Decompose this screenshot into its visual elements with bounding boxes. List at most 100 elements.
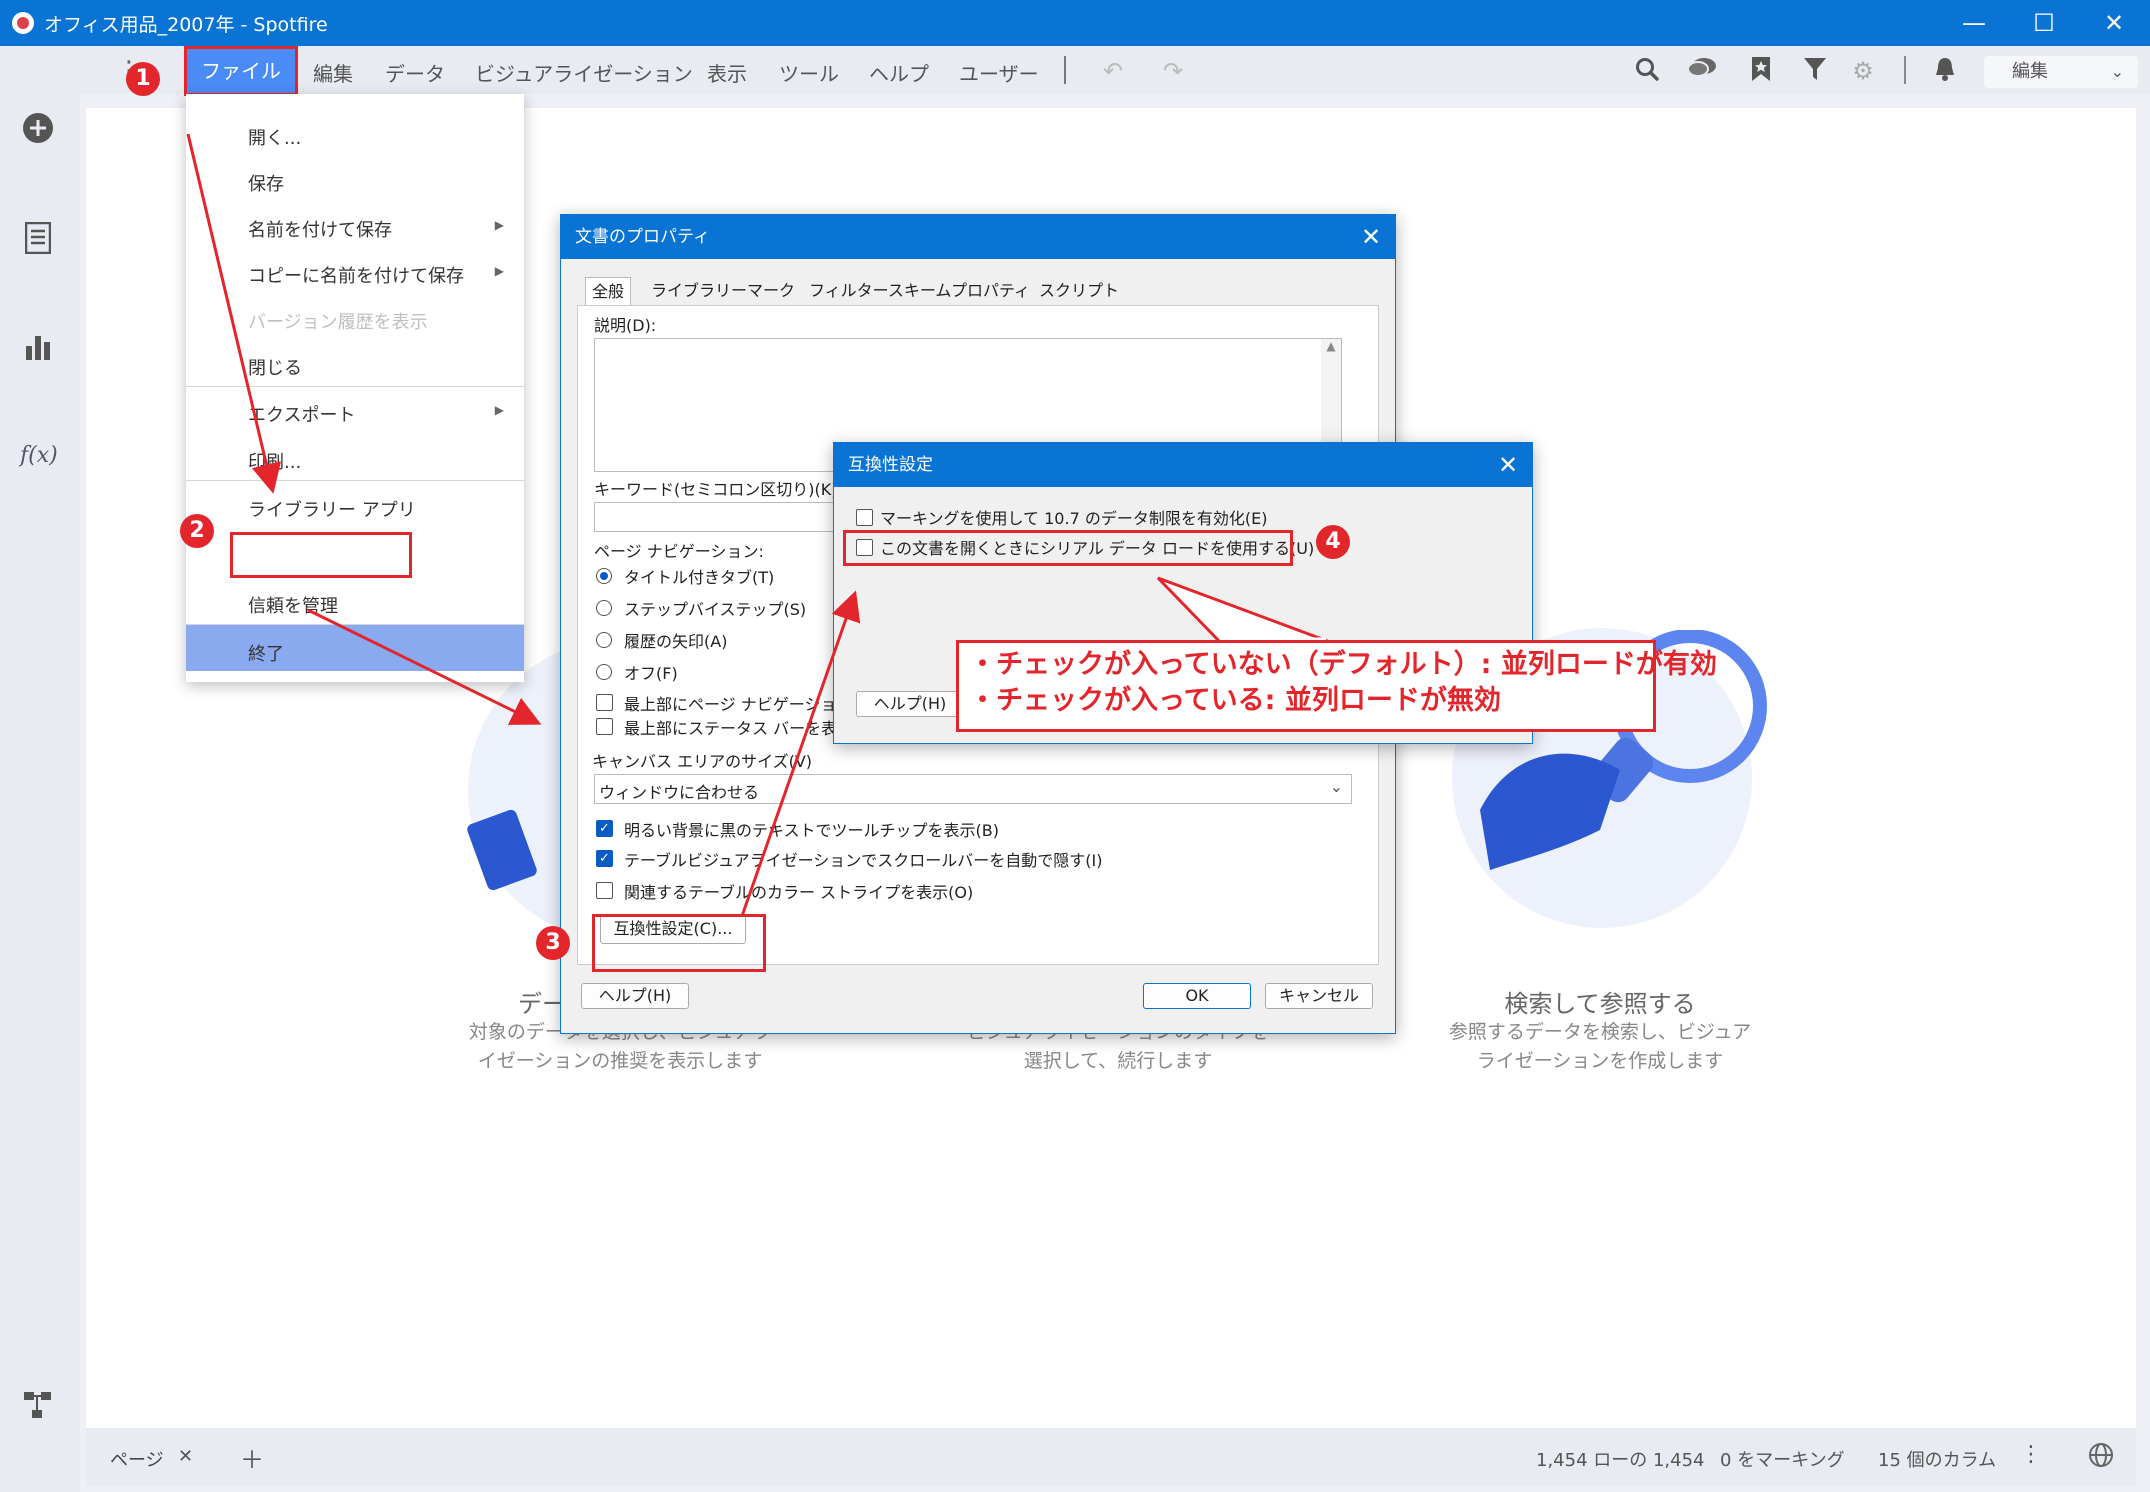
menu-item-version-history: バージョン履歴を表示 bbox=[248, 312, 428, 333]
radio-titled-tabs-label: タイトル付きタブ(T) bbox=[624, 568, 775, 587]
checkbox-tooltip[interactable]: ✓ bbox=[596, 820, 613, 837]
filter-icon[interactable] bbox=[1800, 56, 1830, 86]
menu-data[interactable]: データ bbox=[385, 58, 445, 87]
chevron-down-icon: ⌄ bbox=[1329, 777, 1343, 796]
add-page-icon[interactable]: ＋ bbox=[240, 1440, 264, 1475]
menu-item-save-copy-as[interactable]: コピーに名前を付けて保存 bbox=[248, 262, 464, 288]
menu-user[interactable]: ユーザー bbox=[959, 58, 1039, 87]
checkbox-tooltip-label: 明るい背景に黒のテキストでツールチップを表示(B) bbox=[624, 821, 999, 840]
checkbox-nav-top[interactable] bbox=[596, 694, 613, 711]
checkbox-scrollbars[interactable]: ✓ bbox=[596, 850, 613, 867]
callout-line-2: ・チェックが入っている: 並列ロードが無効 bbox=[969, 685, 1501, 716]
card-vis-desc-2: 選択して、続行します bbox=[1023, 1050, 1213, 1072]
redo-icon[interactable]: ↷ bbox=[1158, 56, 1188, 86]
toolbar-divider bbox=[1064, 56, 1066, 84]
spotfire-logo-icon bbox=[12, 12, 34, 34]
checkbox-status-top-label: 最上部にステータス バーを表示 bbox=[624, 719, 854, 738]
canvas-size-select[interactable]: ウィンドウに合わせる ⌄ bbox=[594, 774, 1352, 804]
mode-dropdown-label: 編集 bbox=[2012, 61, 2048, 82]
menu-item-exit[interactable]: 終了 bbox=[248, 640, 284, 666]
hierarchy-icon[interactable] bbox=[20, 1390, 56, 1426]
step-marker-4: 4 bbox=[1316, 525, 1350, 559]
submenu-arrow-icon: ▶ bbox=[494, 264, 504, 278]
function-icon[interactable]: f(x) bbox=[20, 438, 58, 474]
ok-button[interactable]: OK bbox=[1143, 983, 1251, 1009]
callout-pointer bbox=[1156, 576, 1331, 644]
mode-dropdown[interactable]: 編集 ⌄ bbox=[1984, 56, 2138, 88]
row-count: 1,454 ローの 1,454 bbox=[1536, 1450, 1705, 1471]
step-marker-1: 1 bbox=[126, 62, 160, 96]
marking-count: 0 をマーキング bbox=[1720, 1450, 1845, 1471]
checkbox-marking-limit[interactable] bbox=[856, 509, 873, 526]
settings-icon[interactable]: ⚙ bbox=[1848, 56, 1878, 86]
radio-step-by-step[interactable] bbox=[596, 600, 612, 616]
menu-view[interactable]: 表示 bbox=[707, 58, 747, 87]
menu-tools[interactable]: ツール bbox=[779, 58, 839, 87]
file-menu: 開く... 保存 名前を付けて保存 ▶ コピーに名前を付けて保存 ▶ バージョン… bbox=[186, 94, 524, 682]
menu-item-save[interactable]: 保存 bbox=[248, 170, 284, 196]
compat-dialog-title: 互換性設定 bbox=[834, 443, 1532, 487]
tab-scripts[interactable]: スクリプト bbox=[1033, 277, 1125, 305]
highlight-file bbox=[184, 46, 298, 96]
checkbox-color-stripe[interactable] bbox=[596, 882, 613, 899]
page-nav-label: ページ ナビゲーション: bbox=[594, 542, 764, 561]
close-icon[interactable]: ✕ bbox=[1349, 215, 1393, 259]
minimize-button[interactable]: — bbox=[1944, 4, 2004, 42]
menu-item-close[interactable]: 閉じる bbox=[248, 354, 302, 380]
checkbox-nav-top-label: 最上部にページ ナビゲーション bbox=[624, 695, 853, 714]
highlight-document-properties bbox=[230, 532, 412, 578]
radio-history-arrows[interactable] bbox=[596, 632, 612, 648]
tab-properties[interactable]: プロパティ bbox=[945, 277, 1036, 305]
tab-marks[interactable]: マーク bbox=[741, 277, 801, 305]
tab-filter-schemes[interactable]: フィルタースキーム bbox=[803, 277, 957, 305]
radio-off[interactable] bbox=[596, 664, 612, 680]
callout-line-1: ・チェックが入っていない（デフォルト）: 並列ロードが有効 bbox=[969, 649, 1717, 680]
canvas-size-label: キャンバス エリアのサイズ(V) bbox=[592, 752, 813, 771]
checkbox-color-stripe-label: 関連するテーブルのカラー ストライプを表示(O) bbox=[624, 883, 974, 902]
comment-icon[interactable] bbox=[1686, 56, 1716, 86]
radio-titled-tabs[interactable] bbox=[596, 568, 612, 584]
card-data-desc-2: イゼーションの推奨を表示します bbox=[477, 1050, 763, 1072]
menu-item-save-as[interactable]: 名前を付けて保存 bbox=[248, 216, 392, 242]
menu-item-library-apps[interactable]: ライブラリー アプリ bbox=[248, 496, 416, 522]
close-window-button[interactable]: ✕ bbox=[2084, 4, 2144, 42]
menu-separator bbox=[186, 386, 524, 387]
list-icon[interactable] bbox=[20, 221, 56, 258]
help-button[interactable]: ヘルプ(H) bbox=[581, 983, 689, 1009]
search-icon[interactable] bbox=[1632, 56, 1662, 86]
close-page-icon[interactable]: ✕ bbox=[178, 1446, 193, 1467]
checkbox-scrollbars-label: テーブルビジュアライゼーションでスクロールバーを自動で隠す(I) bbox=[624, 851, 1103, 870]
chart-icon[interactable] bbox=[20, 332, 56, 368]
globe-icon[interactable] bbox=[2088, 1442, 2114, 1472]
callout-box: ・チェックが入っていない（デフォルト）: 並列ロードが有効 ・チェックが入ってい… bbox=[956, 640, 1717, 732]
menu-item-manage-trust[interactable]: 信頼を管理 bbox=[248, 592, 338, 618]
left-sidebar bbox=[0, 94, 80, 1492]
checkbox-status-top[interactable] bbox=[596, 718, 613, 735]
maximize-button[interactable]: ☐ bbox=[2014, 4, 2074, 42]
menu-item-print[interactable]: 印刷... bbox=[248, 448, 301, 474]
undo-icon[interactable]: ↶ bbox=[1098, 56, 1128, 86]
more-options-icon[interactable]: ⋮ bbox=[2020, 1442, 2042, 1467]
tab-library[interactable]: ライブラリー bbox=[645, 277, 753, 305]
menu-visualization[interactable]: ビジュアライゼーション bbox=[475, 58, 693, 87]
cancel-button[interactable]: キャンセル bbox=[1265, 983, 1373, 1009]
highlight-serial-load bbox=[843, 530, 1293, 566]
checkbox-marking-limit-label: マーキングを使用して 10.7 のデータ制限を有効化(E) bbox=[880, 509, 1268, 528]
step-marker-3: 3 bbox=[536, 926, 570, 960]
menu-edit[interactable]: 編集 bbox=[313, 58, 353, 87]
bell-icon[interactable] bbox=[1930, 56, 1960, 86]
description-label: 説明(D): bbox=[594, 316, 657, 335]
menu-item-export[interactable]: エクスポート bbox=[248, 401, 355, 427]
submenu-arrow-icon: ▶ bbox=[494, 218, 504, 232]
menu-help[interactable]: ヘルプ bbox=[869, 58, 929, 87]
menu-item-open[interactable]: 開く... bbox=[248, 124, 301, 150]
card-search-desc-1: 参照するデータを検索し、ビジュア bbox=[1448, 1021, 1752, 1043]
page-tab[interactable]: ページ bbox=[110, 1446, 164, 1472]
add-icon[interactable] bbox=[20, 112, 56, 148]
bookmark-icon[interactable] bbox=[1746, 56, 1776, 86]
compat-help-button[interactable]: ヘルプ(H) bbox=[856, 691, 964, 717]
tab-general[interactable]: 全般 bbox=[585, 277, 632, 306]
radio-history-arrows-label: 履歴の矢印(A) bbox=[624, 632, 728, 651]
window-title: オフィス用品_2007年 - Spotfire bbox=[44, 14, 328, 36]
close-icon[interactable]: ✕ bbox=[1486, 443, 1530, 487]
